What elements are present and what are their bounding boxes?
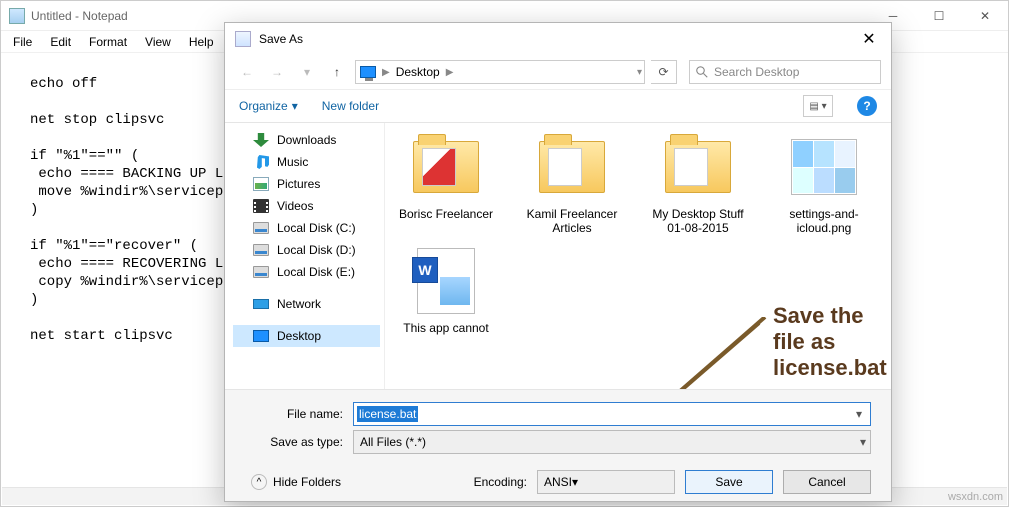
file-name: Borisc Freelancer	[399, 207, 493, 221]
encoding-value: ANSI	[544, 475, 572, 489]
notepad-title: Untitled - Notepad	[31, 9, 870, 23]
tree-item-pictures[interactable]: Pictures	[233, 173, 380, 195]
tree-item-label: Pictures	[277, 177, 320, 191]
tree-item-videos[interactable]: Videos	[233, 195, 380, 217]
file-thumb	[410, 131, 482, 203]
chevron-down-icon: ▾	[860, 431, 866, 453]
tree-item-label: Desktop	[277, 329, 321, 343]
tree-item-local-disk-c-[interactable]: Local Disk (C:)	[233, 217, 380, 239]
menu-edit[interactable]: Edit	[42, 33, 79, 51]
disk-icon	[253, 266, 269, 278]
nav-recent-button[interactable]: ▾	[295, 60, 319, 84]
nav-back-button[interactable]: ←	[235, 60, 259, 84]
help-button[interactable]: ?	[857, 96, 877, 116]
filename-label: File name:	[235, 407, 353, 421]
tree-item-label: Network	[277, 297, 321, 311]
file-thumb	[788, 131, 860, 203]
chevron-down-icon: ▾	[572, 475, 578, 489]
file-thumb	[536, 131, 608, 203]
dialog-toolbar: Organize ▾ New folder ▤ ▾ ?	[225, 89, 891, 123]
file-name: settings-and-icloud.png	[773, 207, 875, 235]
chevron-down-icon[interactable]: ▾	[637, 67, 642, 78]
filename-dropdown-button[interactable]: ▾	[850, 405, 868, 423]
vid-icon	[253, 199, 269, 213]
dialog-title: Save As	[259, 32, 847, 46]
tree-item-label: Local Disk (E:)	[277, 265, 355, 279]
address-bar[interactable]: ▶ Desktop ▶ ▾	[355, 60, 645, 84]
file-item[interactable]: settings-and-icloud.png	[773, 131, 875, 235]
encoding-select[interactable]: ANSI ▾	[537, 470, 675, 494]
menu-help[interactable]: Help	[181, 33, 222, 51]
chevron-right-icon: ▶	[382, 67, 390, 78]
savetype-label: Save as type:	[235, 435, 353, 449]
chevron-up-icon: ^	[251, 474, 267, 490]
menu-format[interactable]: Format	[81, 33, 135, 51]
dialog-close-button[interactable]: ✕	[847, 23, 891, 55]
filename-input[interactable]: license.bat ▾	[353, 402, 871, 426]
save-button[interactable]: Save	[685, 470, 773, 494]
chevron-down-icon: ▾	[292, 99, 298, 113]
disk-icon	[253, 222, 269, 234]
notepad-icon	[9, 8, 25, 24]
savetype-select[interactable]: All Files (*.*) ▾	[353, 430, 871, 454]
cancel-button[interactable]: Cancel	[783, 470, 871, 494]
dialog-bottom-panel: File name: license.bat ▾ Save as type: A…	[225, 389, 891, 501]
dl-icon	[253, 133, 269, 147]
search-input[interactable]: Search Desktop	[689, 60, 881, 84]
net-icon	[253, 299, 269, 309]
file-item[interactable]: Kamil Freelancer Articles	[521, 131, 623, 235]
search-placeholder: Search Desktop	[714, 65, 799, 79]
tree-item-label: Downloads	[277, 133, 336, 147]
hide-folders-button[interactable]: ^ Hide Folders	[251, 474, 341, 490]
dialog-titlebar: Save As ✕	[225, 23, 891, 55]
tree-item-local-disk-d-[interactable]: Local Disk (D:)	[233, 239, 380, 261]
chevron-right-icon: ▶	[446, 67, 454, 78]
dialog-navbar: ← → ▾ ↑ ▶ Desktop ▶ ▾ ⟳ Search Desktop	[225, 55, 891, 89]
menu-view[interactable]: View	[137, 33, 179, 51]
file-thumb	[410, 245, 482, 317]
file-thumb	[662, 131, 734, 203]
file-name: Kamil Freelancer Articles	[521, 207, 623, 235]
search-icon	[696, 66, 708, 78]
file-name: This app cannot	[403, 321, 488, 335]
watermark: wsxdn.com	[948, 491, 1003, 503]
tree-item-desktop[interactable]: Desktop	[233, 325, 380, 347]
tree-item-label: Music	[277, 155, 308, 169]
music-icon	[253, 155, 269, 169]
desktop-icon	[360, 66, 376, 78]
nav-tree: Downloads Music Pictures Videos Local Disk (…	[225, 123, 385, 389]
desk-icon	[253, 330, 269, 342]
disk-icon	[253, 244, 269, 256]
file-item[interactable]: Borisc Freelancer	[395, 131, 497, 235]
savetype-value: All Files (*.*)	[360, 435, 426, 449]
view-mode-button[interactable]: ▤ ▾	[803, 95, 833, 117]
tree-item-network[interactable]: Network	[233, 293, 380, 315]
tree-item-label: Local Disk (C:)	[277, 221, 356, 235]
encoding-label: Encoding:	[474, 475, 527, 489]
tree-item-label: Videos	[277, 199, 313, 213]
breadcrumb-desktop[interactable]: Desktop	[396, 65, 440, 79]
dialog-icon	[235, 31, 251, 47]
annotation-text: Save the file as license.bat	[773, 303, 891, 381]
pic-icon	[253, 177, 269, 191]
save-as-dialog: Save As ✕ ← → ▾ ↑ ▶ Desktop ▶ ▾ ⟳ Search…	[224, 22, 892, 502]
tree-item-downloads[interactable]: Downloads	[233, 129, 380, 151]
menu-file[interactable]: File	[5, 33, 40, 51]
refresh-button[interactable]: ⟳	[651, 60, 677, 84]
close-button[interactable]: ✕	[962, 1, 1008, 31]
file-name: My Desktop Stuff 01-08-2015	[647, 207, 749, 235]
tree-item-label: Local Disk (D:)	[277, 243, 356, 257]
tree-item-music[interactable]: Music	[233, 151, 380, 173]
filename-value: license.bat	[357, 406, 418, 422]
file-item[interactable]: My Desktop Stuff 01-08-2015	[647, 131, 749, 235]
maximize-button[interactable]: ☐	[916, 1, 962, 31]
nav-up-button[interactable]: ↑	[325, 60, 349, 84]
new-folder-button[interactable]: New folder	[322, 99, 379, 113]
file-item[interactable]: This app cannot	[395, 245, 497, 335]
organize-button[interactable]: Organize ▾	[239, 99, 298, 113]
tree-item-local-disk-e-[interactable]: Local Disk (E:)	[233, 261, 380, 283]
nav-forward-button[interactable]: →	[265, 60, 289, 84]
